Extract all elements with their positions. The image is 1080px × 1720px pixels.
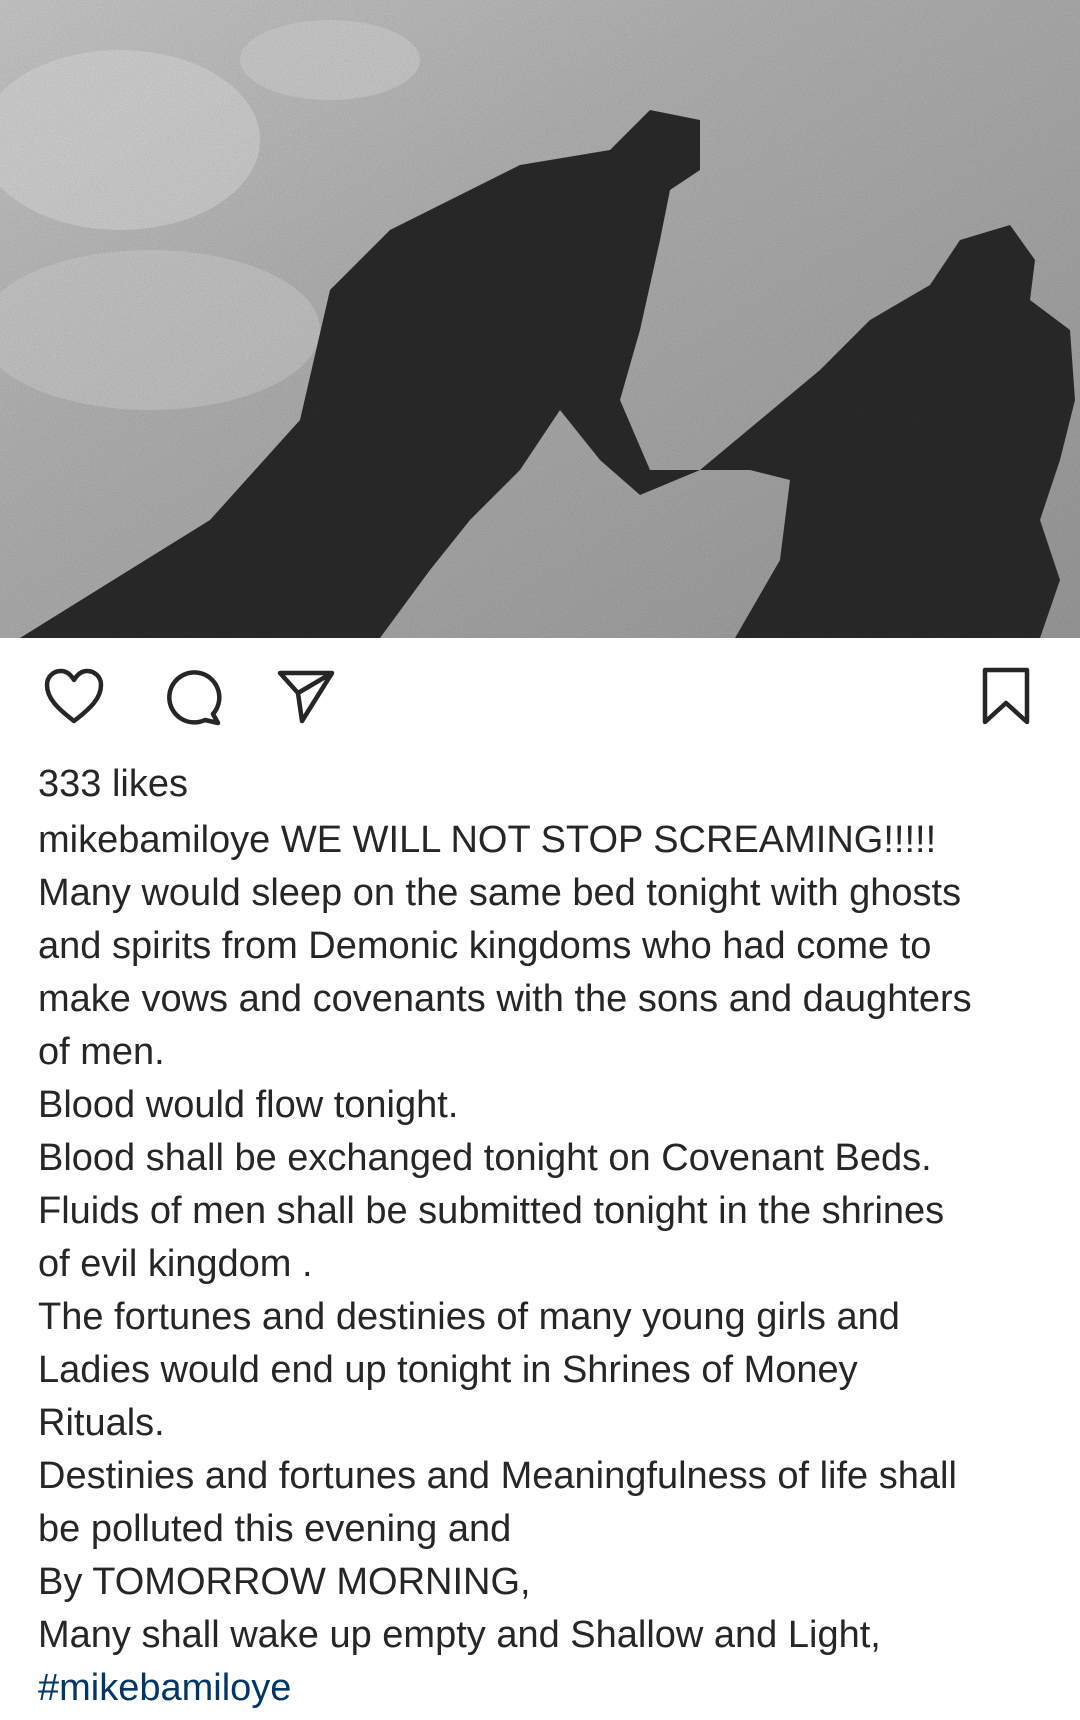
caption-first-line: mikebamiloye WE WILL NOT STOP SCREAMING!… [38,814,1048,867]
comment-icon[interactable] [156,660,228,732]
username-link[interactable]: mikebamiloye [38,819,270,861]
heart-icon[interactable] [38,660,110,732]
caption-line: be polluted this evening and [38,1508,512,1550]
caption-line: Ladies would end up tonight in Shrines o… [38,1349,858,1391]
caption-line: make vows and covenants with the sons an… [38,978,972,1020]
caption-line: Many shall wake up empty and Shallow and… [38,1614,881,1656]
caption-line: of evil kingdom . [38,1243,313,1285]
caption-line: The fortunes and destinies of many young… [38,1296,900,1338]
bookmark-icon[interactable] [970,660,1042,732]
post-caption: mikebamiloye WE WILL NOT STOP SCREAMING!… [38,814,1048,1715]
caption-line: By TOMORROW MORNING, [38,1561,531,1603]
caption-line: Blood would flow tonight. [38,1084,459,1126]
caption-line: Many would sleep on the same bed tonight… [38,872,962,914]
caption-line: Rituals. [38,1402,165,1444]
post-image[interactable] [0,0,1080,638]
caption-line: Fluids of men shall be submitted tonight… [38,1190,945,1232]
caption-line: and spirits from Demonic kingdoms who ha… [38,925,932,967]
send-icon[interactable] [270,660,342,732]
caption-line: of men. [38,1031,165,1073]
caption-line: Blood shall be exchanged tonight on Cove… [38,1137,932,1179]
caption-line: Destinies and fortunes and Meaningfulnes… [38,1455,957,1497]
caption-text: WE WILL NOT STOP SCREAMING!!!!! [280,819,937,861]
likes-count[interactable]: 333 likes [38,758,188,810]
post-action-bar [0,660,1080,740]
hashtag-link[interactable]: #mikebamiloye [38,1662,1048,1715]
